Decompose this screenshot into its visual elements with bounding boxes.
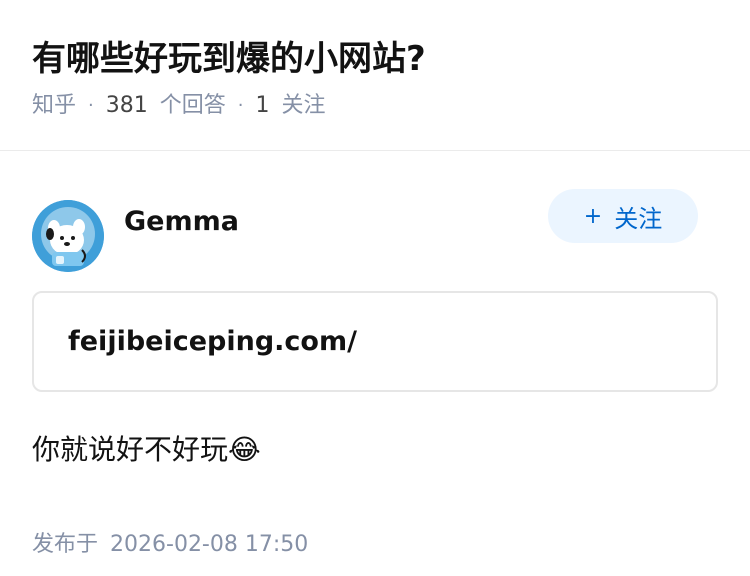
author-name[interactable]: Gemma xyxy=(124,206,239,237)
question-title[interactable]: 有哪些好玩到爆的小网站? xyxy=(32,32,718,86)
meta-separator: · xyxy=(88,95,94,116)
author-row: Gemma + 关注 xyxy=(32,181,718,291)
follow-button-label: 关注 xyxy=(614,204,663,233)
follower-count-label[interactable]: 关注 xyxy=(282,88,326,124)
publish-time: 2026-02-08 17:50 xyxy=(110,532,309,557)
question-header: 有哪些好玩到爆的小网站? 知乎 · 381 个回答 · 1 关注 xyxy=(0,0,750,151)
answer-content: 你就说好不好玩😂 xyxy=(32,433,261,466)
answer-count-label[interactable]: 个回答 xyxy=(160,88,226,124)
answer-card: Gemma + 关注 feijibeiceping.com/ 你就说好不好玩😂 … xyxy=(0,181,750,558)
link-card[interactable]: feijibeiceping.com/ xyxy=(32,291,718,392)
publish-label: 发布于 xyxy=(32,532,99,557)
avatar-image xyxy=(32,200,104,272)
follower-count: 1 xyxy=(255,93,270,118)
follow-button[interactable]: + 关注 xyxy=(548,189,698,243)
publish-info: 发布于 2026-02-08 17:50 xyxy=(32,526,718,558)
source-label[interactable]: 知乎 xyxy=(32,88,76,124)
meta-separator: · xyxy=(237,95,244,116)
avatar[interactable] xyxy=(32,200,104,272)
question-meta: 知乎 · 381 个回答 · 1 关注 xyxy=(32,88,718,124)
link-text[interactable]: feijibeiceping.com/ xyxy=(68,326,357,357)
answer-count: 381 xyxy=(105,93,148,118)
plus-icon: + xyxy=(583,203,603,229)
